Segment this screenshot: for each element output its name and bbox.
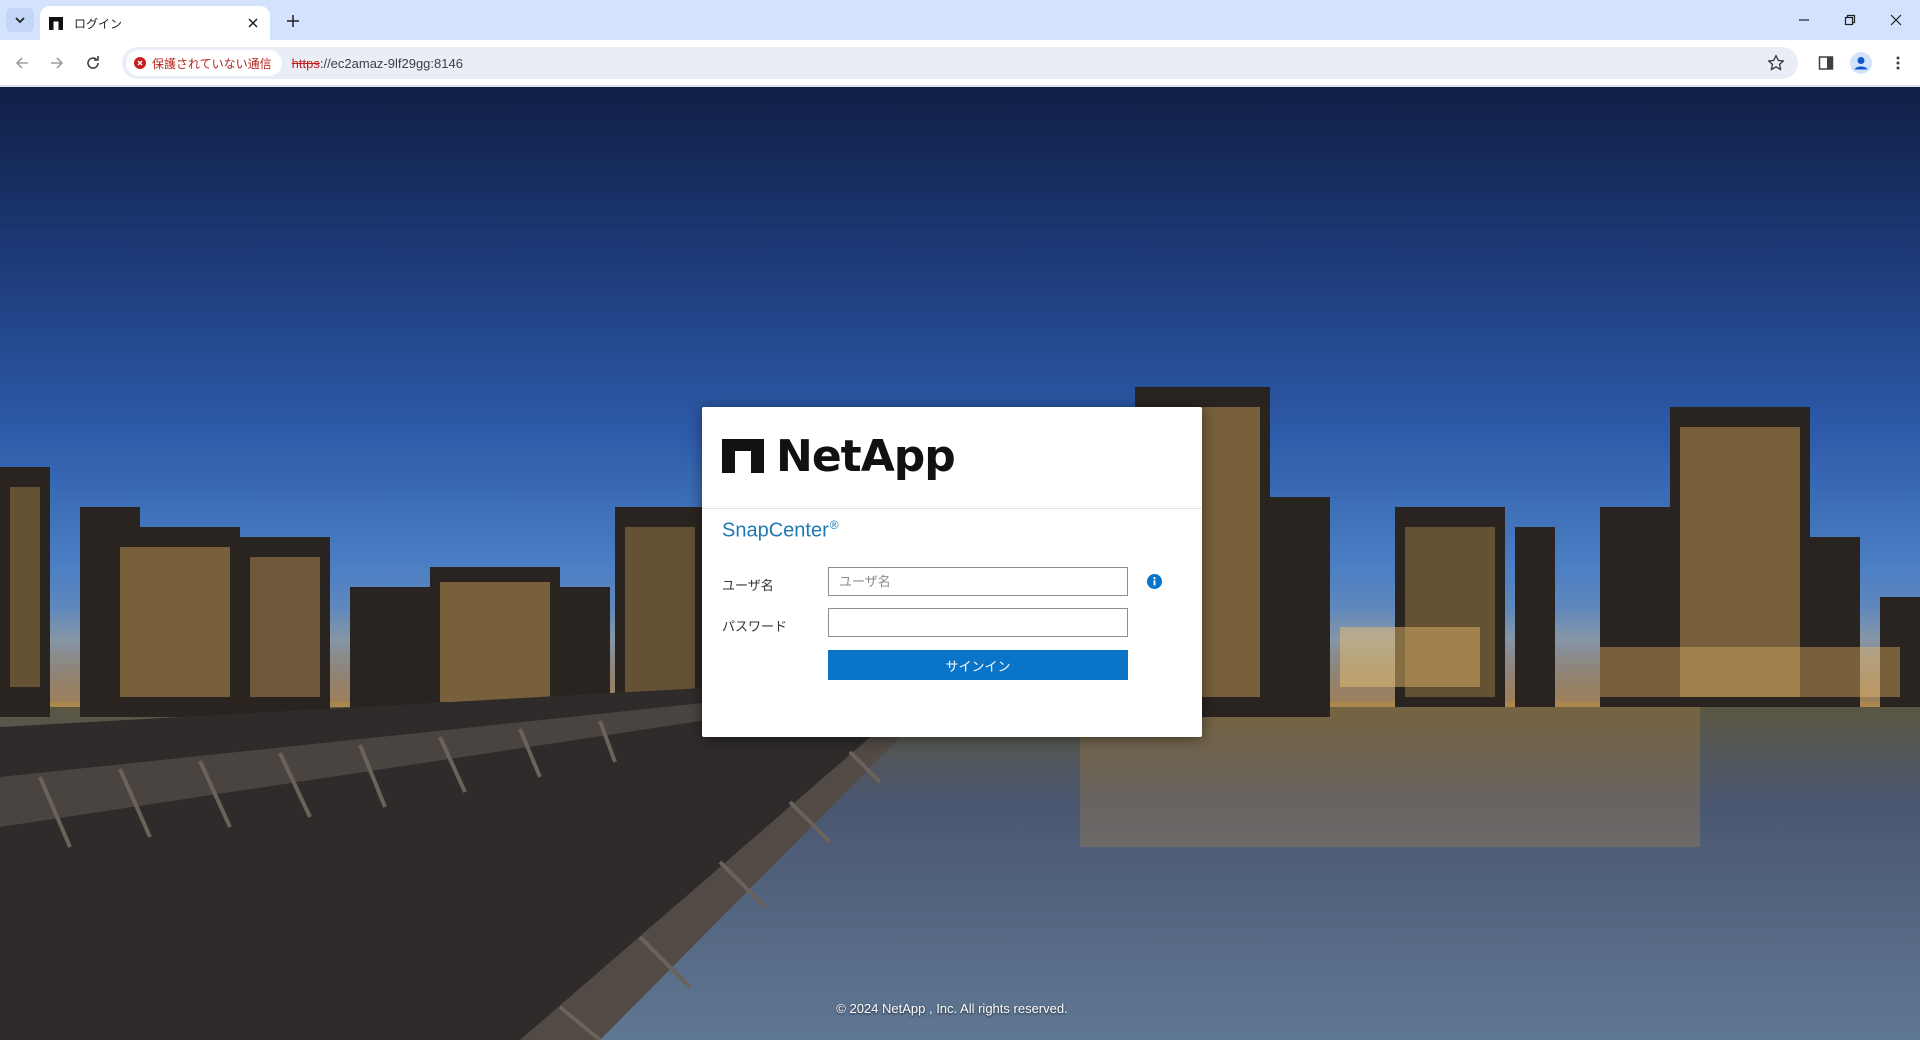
card-divider [702, 508, 1202, 509]
security-label: 保護されていない通信 [152, 56, 272, 71]
url-host: ://ec2amaz-9lf29gg:8146 [319, 55, 463, 71]
netapp-logo: NetApp [722, 431, 956, 482]
login-page: NetApp SnapCenter® ユーザ名 パスワード サインイン © 20… [0, 87, 1920, 1040]
new-tab-button[interactable] [280, 8, 306, 34]
browser-tab-bar: ログイン [0, 0, 1920, 40]
login-card: NetApp SnapCenter® ユーザ名 パスワード サインイン [702, 407, 1202, 737]
restore-icon [1844, 14, 1856, 26]
brand-name: NetApp [776, 430, 956, 482]
restore-button[interactable] [1828, 4, 1872, 36]
warning-circle-icon [134, 57, 146, 69]
product-name: SnapCenter® [722, 518, 839, 543]
tab-title: ログイン [74, 16, 123, 31]
username-label: ユーザ名 [722, 578, 774, 593]
username-input[interactable] [828, 567, 1128, 596]
signin-button[interactable]: サインイン [828, 650, 1128, 680]
side-panel-icon[interactable] [1814, 51, 1838, 75]
bookmark-star-icon[interactable] [1766, 53, 1786, 73]
arrow-left-icon [15, 57, 28, 69]
more-menu-icon[interactable] [1886, 51, 1910, 75]
netapp-logo-icon [722, 439, 764, 473]
netapp-favicon-icon [48, 15, 64, 31]
password-input[interactable] [828, 608, 1128, 637]
back-button[interactable] [7, 48, 37, 78]
url-scheme: https [291, 55, 320, 71]
minimize-icon [1799, 19, 1809, 21]
close-tab-icon[interactable] [244, 14, 262, 32]
info-icon[interactable] [1147, 574, 1162, 589]
reload-button[interactable] [78, 48, 108, 78]
close-window-button[interactable] [1874, 4, 1918, 36]
arrow-right-icon [51, 57, 64, 69]
plus-icon [287, 15, 299, 27]
security-status-chip[interactable]: 保護されていない通信 [126, 50, 282, 76]
close-icon [1890, 14, 1902, 26]
password-label: パスワード [722, 619, 788, 634]
minimize-button[interactable] [1782, 4, 1826, 36]
chevron-down-icon [15, 17, 25, 24]
forward-button[interactable] [42, 48, 72, 78]
address-bar[interactable]: 保護されていない通信 https://ec2amaz-9lf29gg:8146 [122, 47, 1798, 79]
browser-tab[interactable]: ログイン [40, 6, 270, 40]
product-title: SnapCenter [722, 519, 829, 542]
registered-mark: ® [829, 518, 839, 532]
profile-avatar-icon[interactable] [1849, 51, 1873, 75]
tab-search-button[interactable] [6, 8, 34, 32]
url-text[interactable]: https://ec2amaz-9lf29gg:8146 [292, 56, 463, 71]
reload-icon [87, 56, 99, 69]
copyright-text: © 2024 NetApp , Inc. All rights reserved… [836, 1001, 1068, 1016]
browser-toolbar: 保護されていない通信 https://ec2amaz-9lf29gg:8146 [0, 40, 1920, 86]
